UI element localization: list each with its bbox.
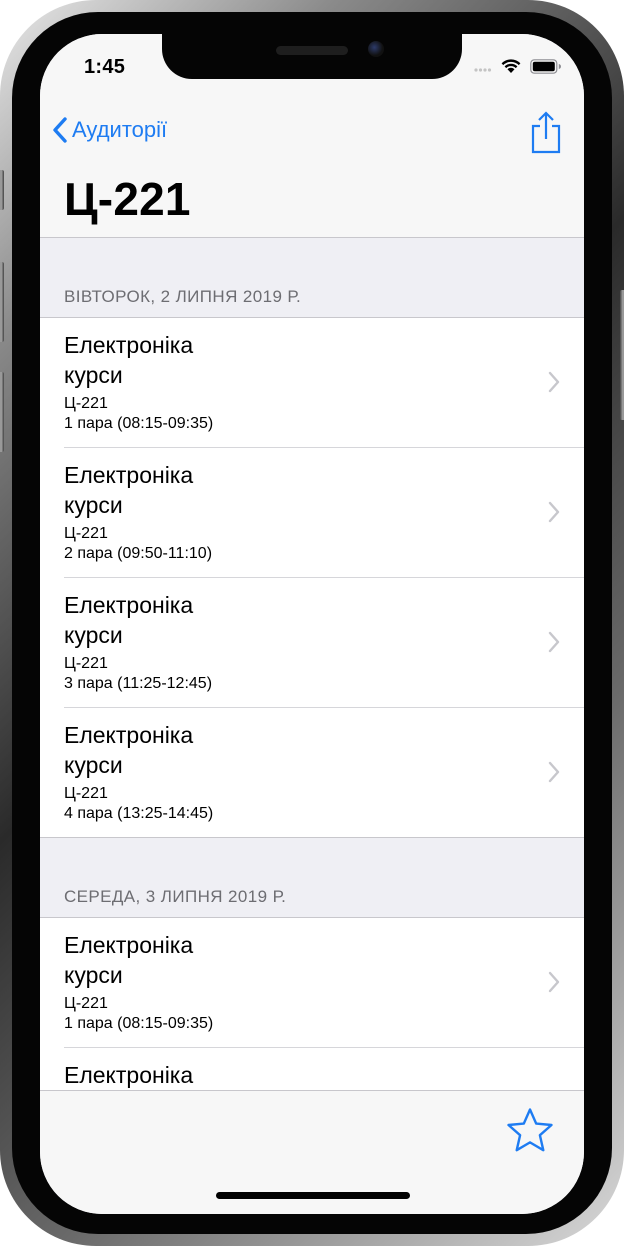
section-header-label: ВІВТОРОК, 2 ЛИПНЯ 2019 Р.	[64, 287, 302, 306]
device-frame: 1:45 Аудиторії Ц-221 ВІВТОРОК, 2 ЛИПНЯ 2…	[0, 0, 624, 1246]
lesson-title: Електроніка курси	[64, 722, 194, 778]
front-camera	[368, 41, 384, 57]
navigation-bar: Аудиторії Ц-221	[40, 102, 584, 238]
list-item[interactable]: Електроніка	[40, 1048, 584, 1090]
lesson-room: Ц-221	[64, 395, 108, 412]
lesson-title: Електроніка	[64, 1062, 194, 1088]
lesson-time: 2 пара (09:50-11:10)	[64, 545, 213, 562]
list-item[interactable]: Електроніка курси Ц-221 1 пара (08:15-09…	[40, 918, 584, 1048]
signal-icon	[474, 68, 492, 72]
chevron-right-icon	[548, 371, 560, 393]
mute-switch	[0, 170, 4, 210]
volume-down-button	[0, 372, 4, 452]
status-icons	[474, 58, 562, 74]
lesson-room: Ц-221	[64, 525, 108, 542]
list-item[interactable]: Електроніка курси Ц-221 2 пара (09:50-11…	[40, 448, 584, 578]
favorite-button[interactable]	[506, 1107, 554, 1153]
list-item[interactable]: Електроніка курси Ц-221 1 пара (08:15-09…	[40, 318, 584, 448]
volume-up-button	[0, 262, 4, 342]
back-button[interactable]: Аудиторії	[52, 116, 167, 144]
share-button[interactable]	[528, 110, 564, 154]
lesson-title: Електроніка курси	[64, 462, 194, 518]
lesson-time: 3 пара (11:25-12:45)	[64, 675, 213, 692]
section-header-label: СЕРЕДА, 3 ЛИПНЯ 2019 Р.	[64, 887, 287, 906]
screen: 1:45 Аудиторії Ц-221 ВІВТОРОК, 2 ЛИПНЯ 2…	[40, 34, 584, 1214]
chevron-right-icon	[548, 971, 560, 993]
chevron-right-icon	[548, 761, 560, 783]
lesson-title: Електроніка курси	[64, 592, 194, 648]
section-header: СЕРЕДА, 3 ЛИПНЯ 2019 Р.	[40, 838, 584, 918]
lesson-room: Ц-221	[64, 655, 108, 672]
star-icon	[507, 1108, 553, 1152]
speaker-grille	[276, 46, 348, 55]
home-indicator[interactable]	[216, 1192, 410, 1199]
lesson-time: 1 пара (08:15-09:35)	[64, 1015, 214, 1032]
section-header: ВІВТОРОК, 2 ЛИПНЯ 2019 Р.	[40, 238, 584, 318]
battery-icon	[530, 58, 561, 74]
lesson-time: 4 пара (13:25-14:45)	[64, 805, 214, 822]
schedule-list[interactable]: ВІВТОРОК, 2 ЛИПНЯ 2019 Р. Електроніка ку…	[40, 238, 584, 1090]
status-time: 1:45	[84, 56, 126, 78]
lesson-room: Ц-221	[64, 785, 108, 802]
chevron-right-icon	[548, 631, 560, 653]
back-button-label: Аудиторії	[72, 117, 168, 142]
chevron-left-icon	[53, 117, 67, 143]
notch	[162, 34, 462, 79]
chevron-right-icon	[548, 501, 560, 523]
page-title: Ц-221	[64, 173, 191, 225]
lesson-time: 1 пара (08:15-09:35)	[64, 415, 214, 432]
power-button	[620, 290, 624, 420]
lesson-room: Ц-221	[64, 995, 108, 1012]
list-item[interactable]: Електроніка курси Ц-221 4 пара (13:25-14…	[40, 708, 584, 838]
list-item[interactable]: Електроніка курси Ц-221 3 пара (11:25-12…	[40, 578, 584, 708]
wifi-icon	[501, 59, 521, 73]
lesson-title: Електроніка курси	[64, 332, 194, 388]
lesson-title: Електроніка курси	[64, 932, 194, 988]
share-icon	[531, 111, 561, 154]
